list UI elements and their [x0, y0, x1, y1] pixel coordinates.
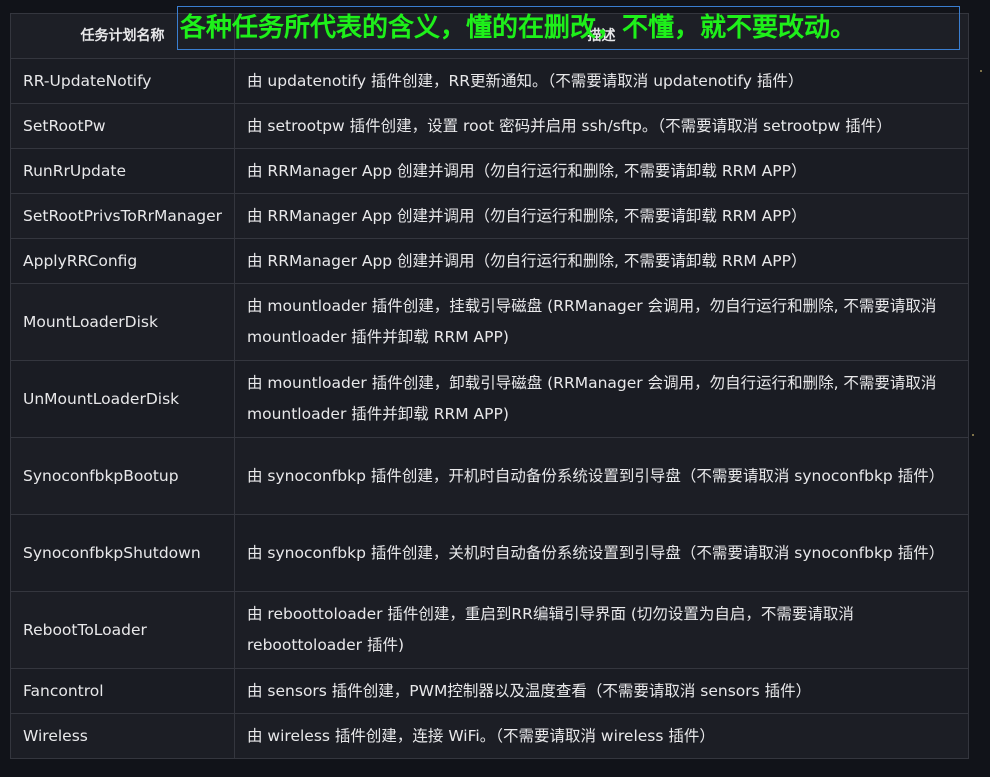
task-description: 由 synoconfbkp 插件创建，关机时自动备份系统设置到引导盘（不需要请取…: [234, 514, 969, 592]
task-description: 由 wireless 插件创建，连接 WiFi。（不需要请取消 wireless…: [234, 713, 969, 759]
table-row: SynoconfbkpShutdown 由 synoconfbkp 插件创建，关…: [10, 514, 969, 592]
task-name: ApplyRRConfig: [10, 238, 235, 284]
task-name: Wireless: [10, 713, 235, 759]
task-name: UnMountLoaderDisk: [10, 360, 235, 438]
task-description: 由 synoconfbkp 插件创建，开机时自动备份系统设置到引导盘（不需要请取…: [234, 437, 969, 515]
task-name: SynoconfbkpBootup: [10, 437, 235, 515]
task-description: 由 mountloader 插件创建，卸载引导磁盘 (RRManager 会调用…: [234, 360, 969, 438]
table-row: MountLoaderDisk 由 mountloader 插件创建，挂载引导磁…: [10, 283, 969, 361]
table-row: SetRootPrivsToRrManager 由 RRManager App …: [10, 193, 969, 239]
table-row: UnMountLoaderDisk 由 mountloader 插件创建，卸载引…: [10, 360, 969, 438]
task-name: SynoconfbkpShutdown: [10, 514, 235, 592]
table-row: SetRootPw 由 setrootpw 插件创建，设置 root 密码并启用…: [10, 103, 969, 149]
table-row: ApplyRRConfig 由 RRManager App 创建并调用（勿自行运…: [10, 238, 969, 284]
task-name: RR-UpdateNotify: [10, 58, 235, 104]
task-description: 由 mountloader 插件创建，挂载引导磁盘 (RRManager 会调用…: [234, 283, 969, 361]
table-row: Fancontrol 由 sensors 插件创建，PWM控制器以及温度查看（不…: [10, 668, 969, 714]
task-name: RebootToLoader: [10, 591, 235, 669]
task-name: Fancontrol: [10, 668, 235, 714]
task-name: RunRrUpdate: [10, 148, 235, 194]
table-row: RebootToLoader 由 reboottoloader 插件创建，重启到…: [10, 591, 969, 669]
table-row: RunRrUpdate 由 RRManager App 创建并调用（勿自行运行和…: [10, 148, 969, 194]
task-description: 由 sensors 插件创建，PWM控制器以及温度查看（不需要请取消 senso…: [234, 668, 969, 714]
table-row: SynoconfbkpBootup 由 synoconfbkp 插件创建，开机时…: [10, 437, 969, 515]
task-table: 任务计划名称 描述 RR-UpdateNotify 由 updatenotify…: [10, 13, 969, 759]
task-description: 由 setrootpw 插件创建，设置 root 密码并启用 ssh/sftp。…: [234, 103, 969, 149]
task-name: SetRootPrivsToRrManager: [10, 193, 235, 239]
task-name: MountLoaderDisk: [10, 283, 235, 361]
task-description: 由 updatenotify 插件创建，RR更新通知。（不需要请取消 updat…: [234, 58, 969, 104]
overlay-annotation-title: 各种任务所代表的含义，懂的在删改，不懂，就不要改动。: [177, 6, 960, 50]
table-row: Wireless 由 wireless 插件创建，连接 WiFi。（不需要请取消…: [10, 713, 969, 759]
task-description: 由 reboottoloader 插件创建，重启到RR编辑引导界面 (切勿设置为…: [234, 591, 969, 669]
task-description: 由 RRManager App 创建并调用（勿自行运行和删除, 不需要请卸载 R…: [234, 193, 969, 239]
table-row: RR-UpdateNotify 由 updatenotify 插件创建，RR更新…: [10, 58, 969, 104]
task-description: 由 RRManager App 创建并调用（勿自行运行和删除, 不需要请卸载 R…: [234, 148, 969, 194]
task-description: 由 RRManager App 创建并调用（勿自行运行和删除, 不需要请卸载 R…: [234, 238, 969, 284]
task-name: SetRootPw: [10, 103, 235, 149]
